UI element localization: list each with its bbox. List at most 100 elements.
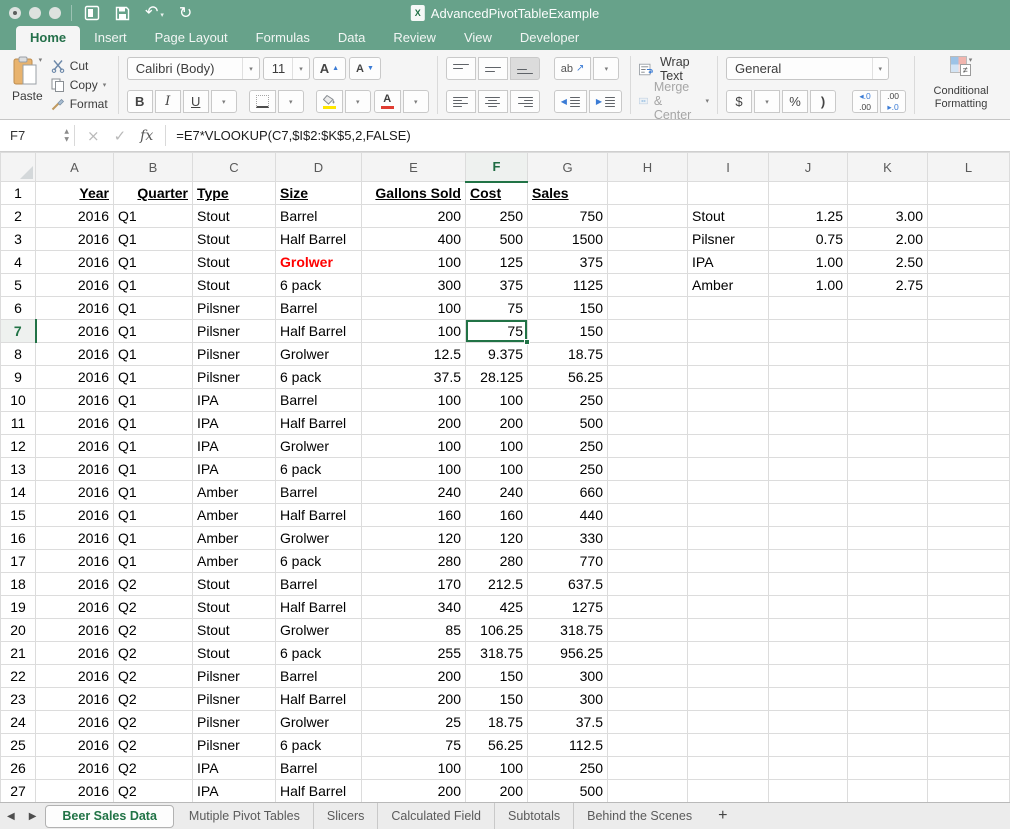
row-header-3[interactable]: 3 (1, 228, 36, 251)
cell-D26[interactable]: Barrel (276, 757, 362, 780)
cell-G5[interactable]: 1125 (528, 274, 608, 297)
cell-J21[interactable] (769, 642, 848, 665)
cell-B20[interactable]: Q2 (114, 619, 193, 642)
cell-D27[interactable]: Half Barrel (276, 780, 362, 803)
cell-L3[interactable] (928, 228, 1010, 251)
cell-F6[interactable]: 75 (466, 297, 528, 320)
new-workbook-icon[interactable] (84, 5, 100, 21)
cell-C1[interactable]: Type (193, 182, 276, 205)
cell-D21[interactable]: 6 pack (276, 642, 362, 665)
cell-E10[interactable]: 100 (362, 389, 466, 412)
name-box[interactable]: F7 ▲ ▼ (0, 120, 74, 151)
cell-I15[interactable] (688, 504, 769, 527)
cell-H3[interactable] (608, 228, 688, 251)
decrease-indent-button[interactable]: ◀ (554, 90, 587, 113)
cell-D3[interactable]: Half Barrel (276, 228, 362, 251)
cell-K24[interactable] (848, 711, 928, 734)
row-header-19[interactable]: 19 (1, 596, 36, 619)
cell-F9[interactable]: 28.125 (466, 366, 528, 389)
cell-J22[interactable] (769, 665, 848, 688)
cell-E16[interactable]: 120 (362, 527, 466, 550)
format-as-table-button[interactable]: ▾ Format as Table (1003, 54, 1010, 116)
cell-G14[interactable]: 660 (528, 481, 608, 504)
font-name-select[interactable]: Calibri (Body) ▾ (127, 57, 260, 80)
cell-C6[interactable]: Pilsner (193, 297, 276, 320)
cell-A26[interactable]: 2016 (36, 757, 114, 780)
cell-C24[interactable]: Pilsner (193, 711, 276, 734)
cell-A7[interactable]: 2016 (36, 320, 114, 343)
cell-A8[interactable]: 2016 (36, 343, 114, 366)
cell-F15[interactable]: 160 (466, 504, 528, 527)
sheet-tab-calculated-field[interactable]: Calculated Field (377, 803, 494, 829)
cell-I21[interactable] (688, 642, 769, 665)
cell-C20[interactable]: Stout (193, 619, 276, 642)
ribbon-tab-formulas[interactable]: Formulas (242, 26, 324, 50)
cell-K3[interactable]: 2.00 (848, 228, 928, 251)
cell-G9[interactable]: 56.25 (528, 366, 608, 389)
cell-C18[interactable]: Stout (193, 573, 276, 596)
cell-J3[interactable]: 0.75 (769, 228, 848, 251)
conditional-formatting-button[interactable]: ≠ ▾ Conditional Formatting (919, 54, 1003, 116)
fill-color-button[interactable] (316, 90, 343, 113)
comma-style-button[interactable]: ) (810, 90, 836, 113)
format-painter-button[interactable]: Format (51, 95, 108, 113)
cell-C3[interactable]: Stout (193, 228, 276, 251)
shrink-font-button[interactable]: A▼ (349, 57, 381, 80)
cell-D2[interactable]: Barrel (276, 205, 362, 228)
copy-dropdown-icon[interactable]: ▾ (103, 81, 107, 89)
cell-F18[interactable]: 212.5 (466, 573, 528, 596)
col-header-K[interactable]: K (848, 153, 928, 182)
cell-L7[interactable] (928, 320, 1010, 343)
cell-A13[interactable]: 2016 (36, 458, 114, 481)
cell-K27[interactable] (848, 780, 928, 803)
cell-E17[interactable]: 280 (362, 550, 466, 573)
cell-L17[interactable] (928, 550, 1010, 573)
cell-C14[interactable]: Amber (193, 481, 276, 504)
cell-A15[interactable]: 2016 (36, 504, 114, 527)
wrap-text-button[interactable]: Wrap Text (639, 57, 709, 81)
ribbon-tab-view[interactable]: View (450, 26, 506, 50)
cell-F3[interactable]: 500 (466, 228, 528, 251)
cell-A19[interactable]: 2016 (36, 596, 114, 619)
cell-B15[interactable]: Q1 (114, 504, 193, 527)
cell-A23[interactable]: 2016 (36, 688, 114, 711)
row-header-6[interactable]: 6 (1, 297, 36, 320)
cell-H16[interactable] (608, 527, 688, 550)
cell-L26[interactable] (928, 757, 1010, 780)
align-right-button[interactable] (510, 90, 540, 113)
cell-E8[interactable]: 12.5 (362, 343, 466, 366)
cell-F25[interactable]: 56.25 (466, 734, 528, 757)
cell-H14[interactable] (608, 481, 688, 504)
cell-J9[interactable] (769, 366, 848, 389)
bold-button[interactable]: B (127, 90, 153, 113)
cell-G11[interactable]: 500 (528, 412, 608, 435)
ribbon-tab-page-layout[interactable]: Page Layout (141, 26, 242, 50)
cell-E4[interactable]: 100 (362, 251, 466, 274)
row-header-14[interactable]: 14 (1, 481, 36, 504)
cell-L13[interactable] (928, 458, 1010, 481)
add-sheet-button[interactable]: + (705, 807, 740, 825)
cell-J7[interactable] (769, 320, 848, 343)
currency-dropdown[interactable]: ▾ (754, 90, 780, 113)
cell-G22[interactable]: 300 (528, 665, 608, 688)
cell-B16[interactable]: Q1 (114, 527, 193, 550)
sheet-tab-subtotals[interactable]: Subtotals (494, 803, 573, 829)
cell-B22[interactable]: Q2 (114, 665, 193, 688)
formula-input[interactable]: =E7*VLOOKUP(C7,$I$2:$K$5,2,FALSE) (166, 120, 411, 151)
cell-I1[interactable] (688, 182, 769, 205)
align-top-button[interactable] (446, 57, 476, 80)
cell-G15[interactable]: 440 (528, 504, 608, 527)
cell-K15[interactable] (848, 504, 928, 527)
cell-H23[interactable] (608, 688, 688, 711)
cell-J2[interactable]: 1.25 (769, 205, 848, 228)
cell-J16[interactable] (769, 527, 848, 550)
cell-G17[interactable]: 770 (528, 550, 608, 573)
cell-H9[interactable] (608, 366, 688, 389)
cell-I11[interactable] (688, 412, 769, 435)
cell-A16[interactable]: 2016 (36, 527, 114, 550)
fill-handle[interactable] (524, 339, 530, 345)
cell-I13[interactable] (688, 458, 769, 481)
cell-H8[interactable] (608, 343, 688, 366)
cell-A14[interactable]: 2016 (36, 481, 114, 504)
cell-A4[interactable]: 2016 (36, 251, 114, 274)
